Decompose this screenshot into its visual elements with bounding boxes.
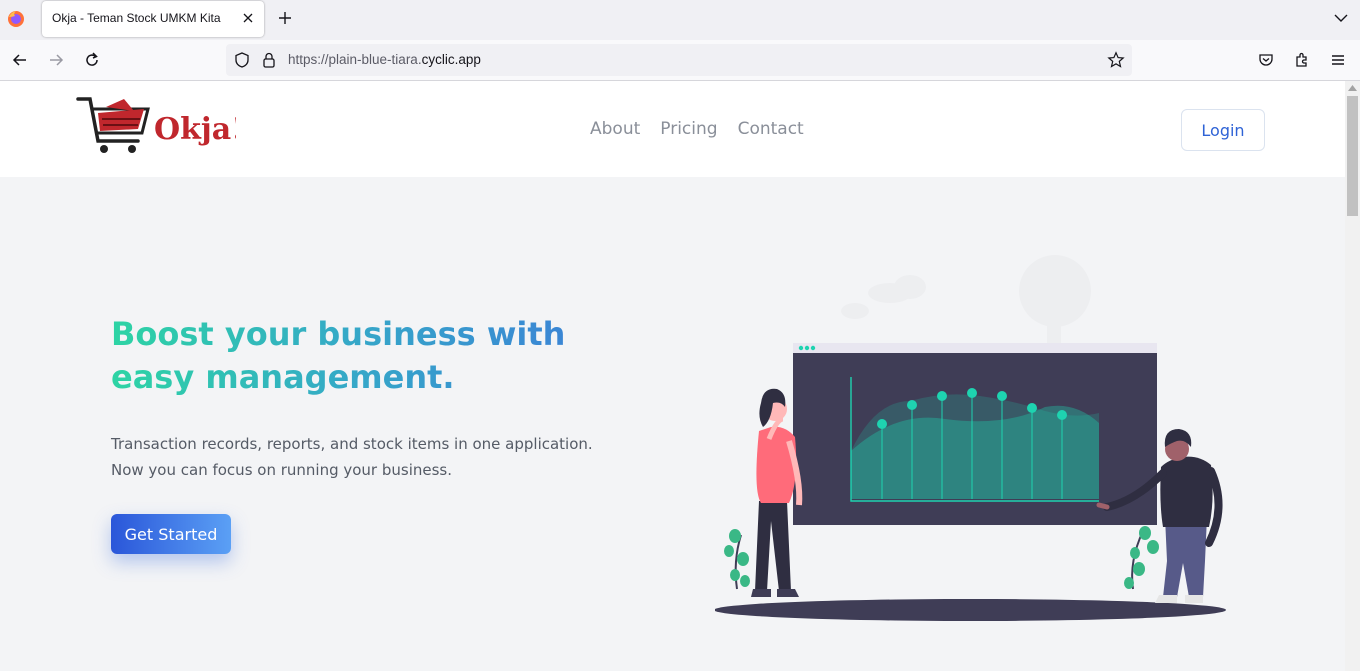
plant-right — [1124, 526, 1159, 590]
close-icon[interactable] — [240, 10, 256, 26]
active-tab[interactable]: Okja - Teman Stock UMKM Kita — [42, 1, 264, 37]
scroll-up-icon[interactable] — [1348, 85, 1357, 91]
firefox-icon[interactable] — [7, 10, 25, 28]
woman-figure — [751, 388, 803, 597]
nav-pricing[interactable]: Pricing — [660, 119, 717, 139]
back-icon[interactable] — [11, 51, 29, 69]
hero-description-line-2: Now you can focus on running your busine… — [111, 461, 453, 479]
forward-icon[interactable] — [47, 51, 65, 69]
address-bar[interactable]: https://plain-blue-tiara.cyclic.app — [226, 44, 1132, 76]
hero-description: Transaction records, reports, and stock … — [111, 431, 631, 483]
pocket-icon[interactable] — [1257, 51, 1275, 69]
url-host: cyclic.app — [421, 52, 481, 67]
browser-tab-bar: Okja - Teman Stock UMKM Kita — [0, 0, 1360, 40]
browser-nav-bar: https://plain-blue-tiara.cyclic.app — [0, 40, 1360, 81]
page-scrollbar[interactable] — [1345, 81, 1360, 671]
shopping-cart-icon — [76, 97, 150, 153]
new-tab-icon[interactable] — [277, 10, 293, 26]
hero-description-line-1: Transaction records, reports, and stock … — [111, 435, 593, 453]
hero-title: Boost your business with easy management… — [111, 313, 591, 399]
page-viewport: Okja! About Pricing Contact Login Boost … — [0, 81, 1345, 671]
nav-about[interactable]: About — [590, 119, 640, 139]
tab-title: Okja - Teman Stock UMKM Kita — [52, 11, 221, 25]
bookmark-star-icon[interactable] — [1107, 51, 1125, 69]
main-nav: About Pricing Contact — [590, 119, 804, 139]
menu-icon[interactable] — [1329, 51, 1347, 69]
get-started-button[interactable]: Get Started — [111, 514, 231, 554]
hero-illustration — [715, 255, 1226, 621]
url-text: https://plain-blue-tiara.cyclic.app — [288, 52, 481, 67]
chevron-down-icon[interactable] — [1334, 11, 1348, 25]
extensions-icon[interactable] — [1293, 51, 1311, 69]
nav-contact[interactable]: Contact — [738, 119, 804, 139]
login-button[interactable]: Login — [1181, 109, 1265, 151]
presentation-board — [793, 343, 1157, 525]
logo-wordmark: Okja! — [154, 112, 236, 147]
shield-icon[interactable] — [233, 51, 251, 69]
site-header: Okja! About Pricing Contact Login — [0, 81, 1345, 177]
url-prefix: https://plain-blue-tiara. — [288, 52, 422, 67]
scrollbar-thumb[interactable] — [1347, 96, 1358, 216]
lock-icon[interactable] — [260, 51, 278, 69]
plant-left — [724, 529, 750, 590]
floor-shadow — [715, 599, 1226, 621]
brand-logo[interactable]: Okja! — [76, 95, 236, 161]
reload-icon[interactable] — [83, 51, 101, 69]
